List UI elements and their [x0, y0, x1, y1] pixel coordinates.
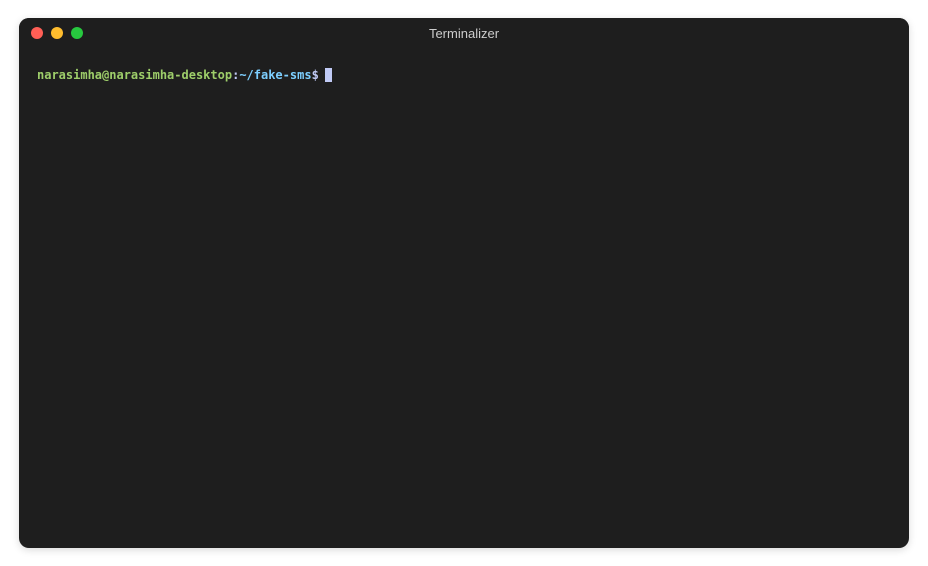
- terminal-window: Terminalizer narasimha@narasimha-desktop…: [19, 18, 909, 548]
- traffic-lights: [31, 27, 83, 39]
- prompt-user-host: narasimha@narasimha-desktop: [37, 66, 232, 84]
- terminal-body[interactable]: narasimha@narasimha-desktop:~/fake-sms$: [19, 48, 909, 548]
- cursor-icon: [325, 68, 332, 82]
- window-title: Terminalizer: [19, 26, 909, 41]
- close-icon[interactable]: [31, 27, 43, 39]
- titlebar: Terminalizer: [19, 18, 909, 48]
- prompt-line: narasimha@narasimha-desktop:~/fake-sms$: [37, 66, 891, 84]
- minimize-icon[interactable]: [51, 27, 63, 39]
- prompt-path: ~/fake-sms: [239, 66, 311, 84]
- prompt-colon: :: [232, 66, 239, 84]
- prompt-dollar: $: [312, 66, 319, 84]
- maximize-icon[interactable]: [71, 27, 83, 39]
